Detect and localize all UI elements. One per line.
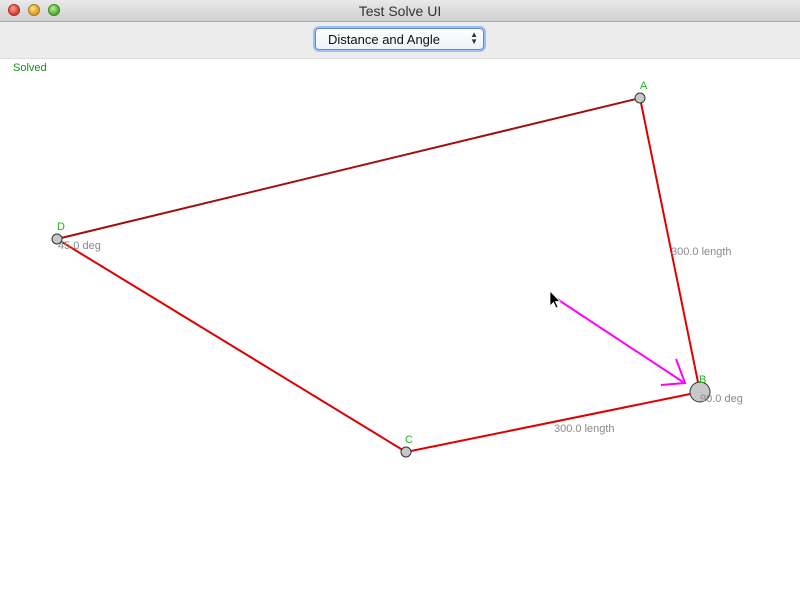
point-c-label: C [405, 434, 413, 446]
solve-status: Solved [13, 62, 47, 74]
edge-a-d[interactable] [56, 97, 641, 240]
point-b-label: B [699, 374, 706, 386]
app-window: Test Solve UI Distance and Angle ▲ ▼ A B … [0, 0, 800, 600]
drag-arrow [550, 294, 687, 386]
edge-c-d[interactable] [56, 238, 407, 453]
constraint-d-angle: 45.0 deg [58, 240, 101, 252]
point-a[interactable] [634, 92, 646, 104]
point-c[interactable] [400, 446, 412, 458]
point-a-label: A [640, 80, 648, 92]
edge-b-c[interactable] [405, 391, 701, 453]
constraint-b-angle: 90.0 deg [700, 393, 743, 405]
constraint-ab-length: 300.0 length [671, 246, 732, 258]
mouse-cursor-icon [549, 290, 561, 309]
sketch-canvas[interactable]: A B C D 300.0 length 300.0 length 90.0 d… [0, 0, 800, 600]
point-d-label: D [57, 221, 65, 233]
edge-a-b[interactable] [639, 97, 701, 393]
constraint-bc-length: 300.0 length [554, 423, 615, 435]
